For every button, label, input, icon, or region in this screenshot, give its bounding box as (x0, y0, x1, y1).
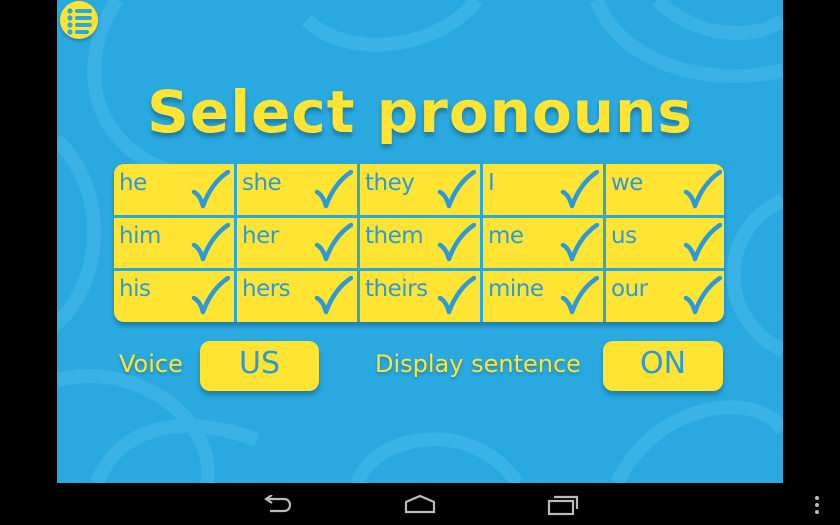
pronoun-cell-her[interactable]: her (237, 217, 355, 269)
menu-button[interactable] (60, 1, 98, 39)
pronoun-cell-him[interactable]: him (114, 217, 232, 269)
checkmark-icon (683, 276, 722, 315)
pronoun-label: them (365, 223, 424, 249)
voice-label: Voice (119, 350, 183, 378)
checkmark-icon (683, 223, 722, 262)
checkmark-icon (314, 170, 353, 209)
pronoun-label: theirs (365, 276, 428, 302)
checkmark-icon (437, 170, 476, 209)
pronoun-label: him (119, 223, 161, 249)
pronoun-cell-he[interactable]: he (114, 164, 232, 216)
app-screen: Select pronouns he she they Iwe him her them me… (57, 0, 783, 483)
grid-divider (357, 164, 360, 322)
checkmark-icon (191, 170, 230, 209)
pronoun-label: hers (242, 276, 291, 302)
grid-divider (603, 164, 606, 322)
checkmark-icon (191, 223, 230, 262)
checkmark-icon (437, 276, 476, 315)
home-icon[interactable] (404, 494, 436, 514)
pronoun-cell-us[interactable]: us (606, 217, 724, 269)
pronoun-label: her (242, 223, 279, 249)
checkmark-icon (560, 170, 599, 209)
grid-divider (234, 164, 237, 322)
pronoun-cell-theirs[interactable]: theirs (360, 270, 478, 322)
pronoun-cell-me[interactable]: me (483, 217, 601, 269)
checkmark-icon (560, 276, 599, 315)
pronoun-label: I (488, 170, 495, 196)
recent-apps-icon[interactable] (547, 494, 579, 516)
voice-button[interactable]: US (200, 341, 319, 391)
pronoun-label: she (242, 170, 282, 196)
overflow-menu-icon[interactable] (812, 495, 822, 515)
checkmark-icon (314, 223, 353, 262)
pronoun-cell-we[interactable]: we (606, 164, 724, 216)
display-sentence-toggle[interactable]: ON (603, 341, 723, 391)
pronoun-cell-hers[interactable]: hers (237, 270, 355, 322)
pronoun-grid: he she they Iwe him her them me us his hers theirs m… (114, 164, 724, 322)
checkmark-icon (191, 276, 230, 315)
pronoun-label: we (611, 170, 643, 196)
pronoun-label: our (611, 276, 648, 302)
pronoun-label: me (488, 223, 524, 249)
system-navigation-bar (0, 483, 840, 525)
grid-divider (114, 215, 724, 218)
display-sentence-label: Display sentence (375, 350, 581, 378)
pronoun-cell-his[interactable]: his (114, 270, 232, 322)
pronoun-label: they (365, 170, 415, 196)
back-icon[interactable] (262, 495, 294, 515)
menu-list-icon (67, 8, 92, 35)
grid-divider (480, 164, 483, 322)
pronoun-cell-she[interactable]: she (237, 164, 355, 216)
pronoun-label: his (119, 276, 151, 302)
pronoun-cell-mine[interactable]: mine (483, 270, 601, 322)
pronoun-cell-i[interactable]: I (483, 164, 601, 216)
checkmark-icon (683, 170, 722, 209)
checkmark-icon (560, 223, 599, 262)
page-title: Select pronouns (147, 78, 693, 146)
grid-divider (114, 268, 724, 271)
pronoun-label: us (611, 223, 637, 249)
pronoun-cell-they[interactable]: they (360, 164, 478, 216)
pronoun-label: he (119, 170, 147, 196)
pronoun-label: mine (488, 276, 544, 302)
checkmark-icon (437, 223, 476, 262)
pronoun-cell-our[interactable]: our (606, 270, 724, 322)
pronoun-cell-them[interactable]: them (360, 217, 478, 269)
checkmark-icon (314, 276, 353, 315)
